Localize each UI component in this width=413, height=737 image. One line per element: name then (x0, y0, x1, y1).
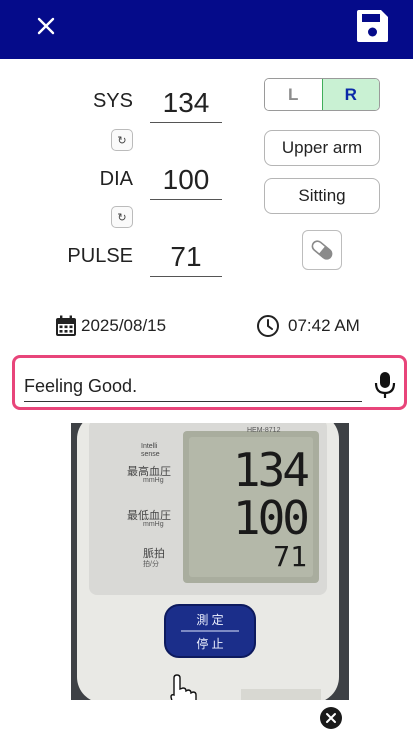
right-arm-button[interactable]: R (321, 79, 379, 110)
swap-dia-icon[interactable]: ↻ (111, 206, 133, 228)
microphone-icon[interactable] (372, 370, 398, 400)
time-value: 07:42 AM (288, 316, 360, 335)
arm-side-toggle: L R (264, 78, 380, 111)
lcd-dia: 100 (232, 491, 310, 545)
pill-icon (311, 240, 333, 260)
lcd-sys: 134 (232, 443, 310, 497)
start-button-label: 測 定 (196, 613, 224, 627)
label-sys-unit: mmHg (143, 477, 164, 484)
medication-button[interactable] (302, 230, 342, 270)
time-picker[interactable]: 07:42 AM (256, 312, 360, 340)
measurement-photo: Intelli sense HEM-8712 最高血圧 mmHg 最低血圧 mm… (71, 423, 349, 700)
pulse-input[interactable]: 71 (150, 237, 222, 277)
date-value: 2025/08/15 (81, 316, 167, 335)
dia-label: DIA (99, 168, 133, 190)
brand-tag: Intelli sense (141, 443, 160, 458)
sys-input[interactable]: 134 (150, 83, 222, 123)
date-picker[interactable]: 2025/08/15 (55, 312, 166, 340)
model-number: HEM-8712 (247, 427, 281, 434)
note-input[interactable]: Feeling Good. (24, 372, 362, 402)
swap-sys-icon[interactable]: ↻ (111, 129, 133, 151)
location-button[interactable]: Upper arm (264, 130, 380, 166)
top-app-bar (0, 0, 413, 59)
pulse-label: PULSE (67, 245, 133, 267)
dia-input[interactable]: 100 (150, 160, 222, 200)
close-icon[interactable] (30, 10, 62, 42)
clock-icon (257, 315, 279, 337)
label-pulse-unit: 拍/分 (143, 561, 159, 568)
sys-label: SYS (92, 90, 133, 112)
stop-button-label: 停 止 (196, 637, 224, 651)
remove-photo-icon[interactable] (320, 707, 342, 729)
lcd-pulse: 71 (273, 540, 307, 573)
left-arm-button[interactable]: L (265, 79, 322, 110)
note-field-container: Feeling Good. (12, 355, 407, 410)
posture-button[interactable]: Sitting (264, 178, 380, 214)
save-icon[interactable] (352, 6, 392, 46)
label-dia-unit: mmHg (143, 521, 164, 528)
calendar-icon (56, 315, 76, 336)
